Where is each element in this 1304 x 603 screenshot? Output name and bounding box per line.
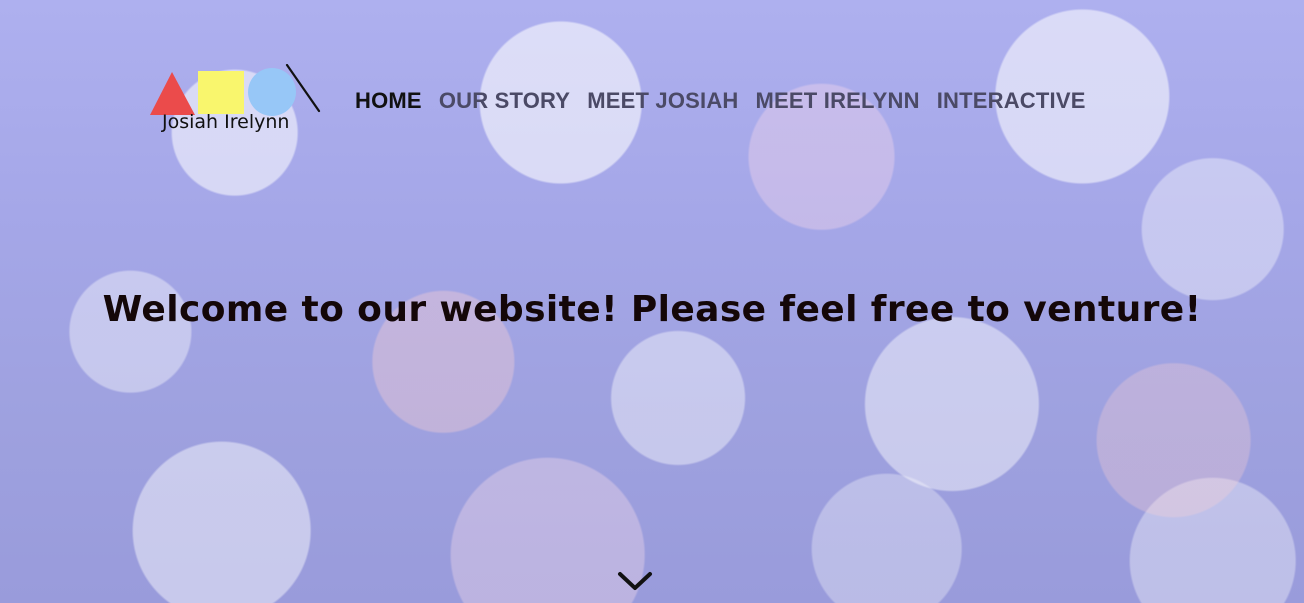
logo-text: Josiah Irelynn	[162, 111, 290, 133]
nav-meet-irelynn[interactable]: MEET IRELYNN	[756, 86, 920, 116]
triangle-logo-shape	[150, 72, 195, 115]
chevron-down-icon	[618, 572, 652, 590]
main-navigation: HOME OUR STORY MEET JOSIAH MEET IRELYNN …	[355, 86, 1086, 116]
page: Josiah Irelynn HOME OUR STORY MEET JOSIA…	[0, 0, 1304, 603]
scroll-down-button[interactable]	[616, 567, 654, 595]
nav-home[interactable]: HOME	[355, 86, 422, 116]
circle-logo-shape	[248, 68, 296, 116]
square-logo-shape	[198, 71, 244, 114]
nav-our-story[interactable]: OUR STORY	[439, 86, 570, 116]
logo-shapes	[150, 64, 321, 116]
nav-meet-josiah[interactable]: MEET JOSIAH	[587, 86, 738, 116]
hero-title: Welcome to our website! Please feel free…	[102, 289, 1202, 331]
site-logo[interactable]: Josiah Irelynn	[148, 64, 323, 146]
nav-interactive[interactable]: INTERACTIVE	[937, 86, 1086, 116]
